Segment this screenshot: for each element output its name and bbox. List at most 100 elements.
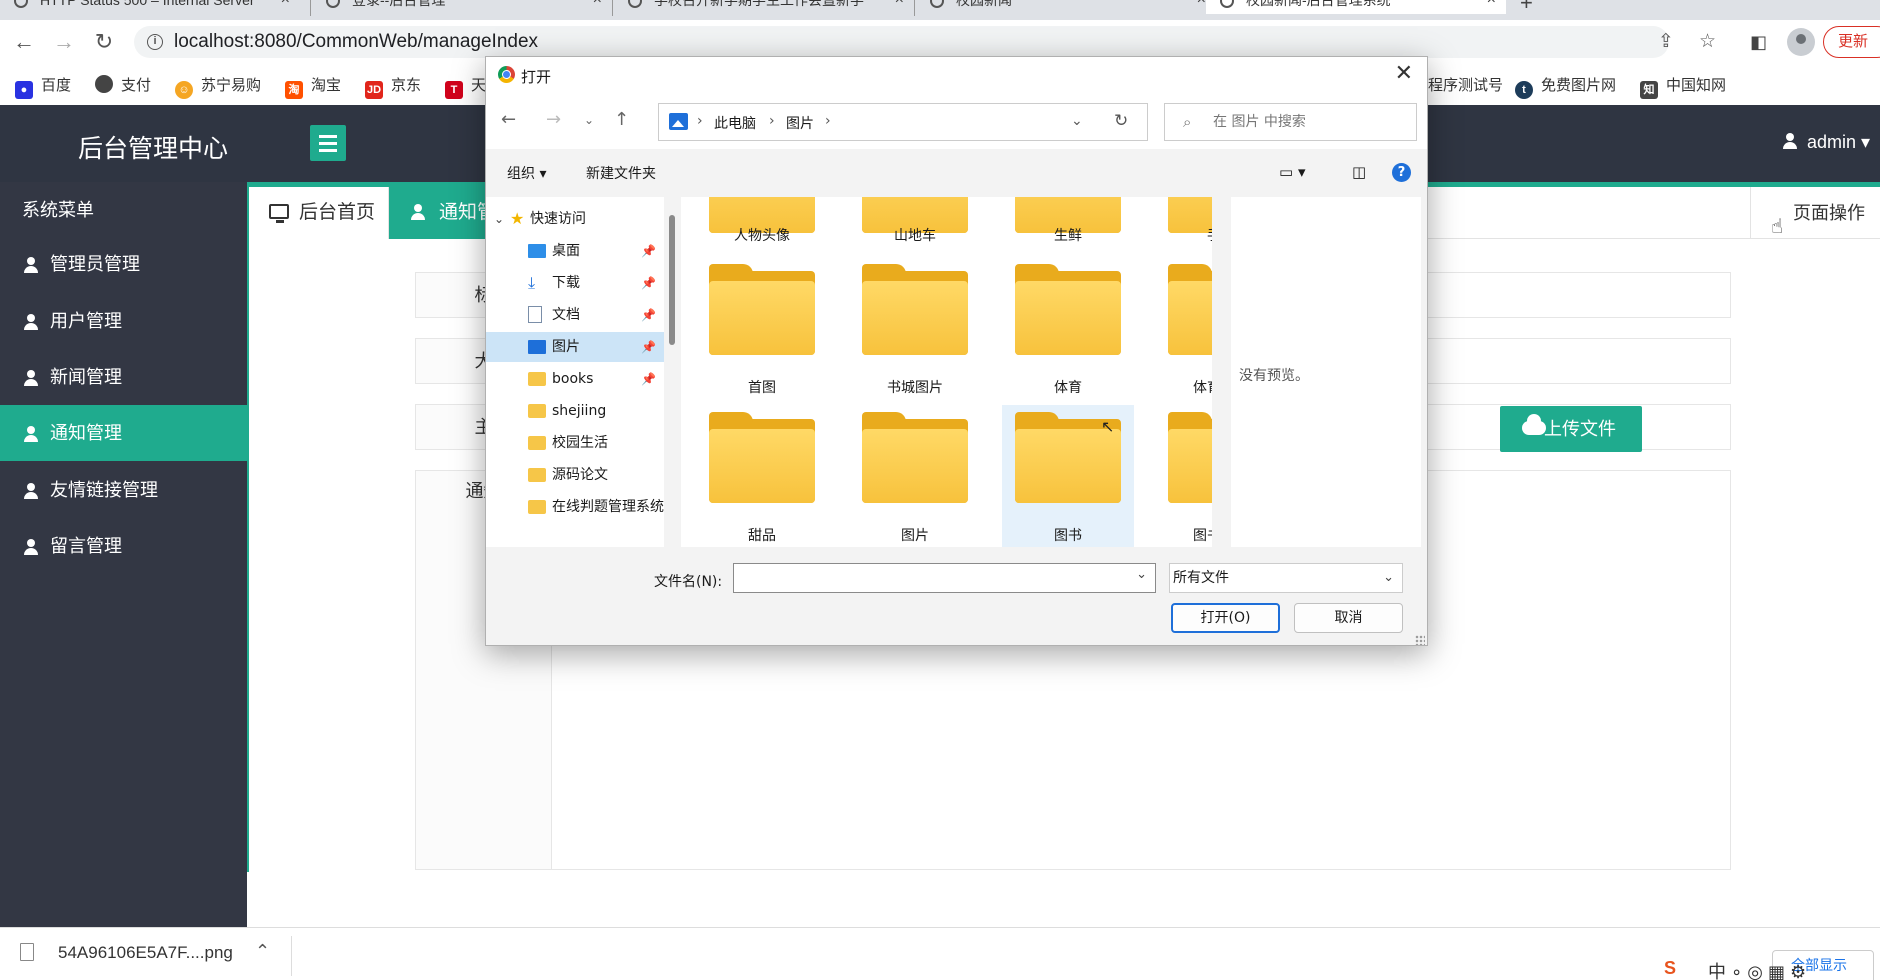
folder-name: 书城图片	[887, 380, 943, 396]
browser-tab-active[interactable]: 校园新闻-后台管理系统 ×	[1206, 0, 1506, 14]
folder-name[interactable]: 山地车	[849, 225, 981, 245]
globe-icon	[930, 0, 944, 8]
bookmark-cnki[interactable]: 知中国知网	[1640, 74, 1726, 99]
close-tab-icon[interactable]: ×	[593, 0, 602, 14]
reload-button[interactable]: ↻	[90, 28, 118, 56]
back-arrow-icon[interactable]: ←	[501, 109, 516, 130]
filename-input[interactable]: ⌄	[733, 563, 1156, 593]
tree-item-online-judge[interactable]: 在线判题管理系统	[486, 492, 664, 522]
sidebar-item-news[interactable]: 新闻管理	[0, 349, 247, 405]
folder-item[interactable]: 图书图片	[1155, 405, 1212, 547]
tree-scrollbar[interactable]	[669, 215, 675, 345]
ime-logo-icon[interactable]: S	[1664, 958, 1676, 979]
tree-item-documents[interactable]: 文档 📌	[486, 300, 664, 330]
preview-pane-icon[interactable]: ◫	[1352, 163, 1366, 181]
browser-tab[interactable]: 学校召开新学期学生工作会暨新学 ×	[614, 0, 914, 14]
folder-item[interactable]: 首图	[696, 257, 828, 405]
refresh-icon[interactable]: ↻	[1114, 111, 1128, 131]
cancel-button[interactable]: 取消	[1294, 603, 1403, 633]
breadcrumb-this-pc[interactable]: 此电脑	[714, 113, 756, 133]
open-button[interactable]: 打开(O)	[1171, 603, 1280, 633]
folder-item[interactable]: 甜品	[696, 405, 828, 547]
download-item[interactable]: 54A96106E5A7F....png	[20, 943, 233, 963]
resize-grip-icon[interactable]	[1415, 635, 1425, 645]
tree-item-source-papers[interactable]: 源码论文	[486, 460, 664, 490]
side-panel-icon[interactable]: ◧	[1750, 32, 1767, 53]
browser-tab[interactable]: 登录--后台管理 ×	[312, 0, 612, 14]
chevron-up-icon[interactable]: ⌃	[255, 941, 270, 962]
page-operations-button[interactable]: ☝ 页面操作	[1750, 187, 1880, 239]
site-info-icon[interactable]: i	[147, 34, 163, 50]
tree-item-shejiing[interactable]: shejiing	[486, 396, 664, 426]
bookmark-star-icon[interactable]: ☆	[1699, 30, 1716, 53]
new-tab-button[interactable]: +	[1520, 0, 1533, 16]
share-icon[interactable]: ⇪	[1658, 30, 1674, 53]
organize-button[interactable]: 组织 ▾	[507, 163, 546, 183]
bookmark-test[interactable]: 程序测试号	[1428, 74, 1503, 95]
bookmark-baidu[interactable]: ● 百度	[15, 74, 71, 99]
breadcrumb-pictures[interactable]: 图片	[786, 113, 814, 133]
dialog-search-input[interactable]: ⌕ 在 图片 中搜索	[1164, 103, 1417, 141]
sidebar-item-admin[interactable]: 管理员管理	[0, 236, 247, 292]
bookmark-free-images[interactable]: t 免费图片网	[1515, 74, 1616, 99]
bookmark-jd[interactable]: JD 京东	[365, 74, 421, 99]
close-tab-icon[interactable]: ×	[281, 0, 290, 14]
update-button[interactable]: 更新	[1823, 26, 1880, 58]
filetype-select[interactable]: 所有文件 ⌄	[1169, 563, 1403, 593]
user-icon	[24, 370, 38, 386]
user-icon	[24, 539, 38, 555]
folder-name[interactable]: 生鲜	[1002, 225, 1134, 245]
close-tab-icon[interactable]: ×	[895, 0, 904, 14]
omnibox[interactable]: i localhost:8080/CommonWeb/manageIndex ⇪…	[134, 26, 1716, 58]
chevron-down-icon[interactable]: ⌄	[1136, 567, 1147, 582]
tree-item-quick-access[interactable]: ⌄ ★ 快速访问	[486, 204, 664, 234]
folder-item[interactable]: 体育运动	[1155, 257, 1212, 405]
close-tab-icon[interactable]: ×	[1197, 0, 1206, 14]
tree-item-downloads[interactable]: ⤓ 下载 📌	[486, 268, 664, 298]
folder-name[interactable]: 人物头像	[696, 225, 828, 245]
help-icon[interactable]: ?	[1392, 163, 1411, 182]
view-options-icon[interactable]: ▭ ▾	[1279, 163, 1305, 181]
forward-arrow-icon[interactable]: →	[546, 109, 561, 130]
folder-item[interactable]: 书城图片	[849, 257, 981, 405]
chevron-down-icon[interactable]: ⌄	[1071, 113, 1083, 129]
recent-locations-chevron-icon[interactable]: ⌄	[584, 113, 594, 127]
tree-item-books[interactable]: books 📌	[486, 364, 664, 394]
ime-tray-icons[interactable]: 中 ∘ ◎ ▦ ⚙	[1708, 958, 1806, 980]
bookmark-pay[interactable]: 支付	[95, 74, 151, 95]
tree-item-desktop[interactable]: 桌面 📌	[486, 236, 664, 266]
breadcrumb[interactable]: › 此电脑 › 图片 › ⌄ ↻	[658, 103, 1148, 141]
sidebar-item-links[interactable]: 友情链接管理	[0, 462, 247, 518]
user-menu[interactable]: admin ▾	[1783, 132, 1870, 153]
folder-icon	[862, 264, 968, 355]
open-file-dialog: 打开 ✕ ← → ⌄ ↑ › 此电脑 › 图片 › ⌄ ↻ ⌕ 在 图片 中搜索…	[485, 56, 1428, 646]
up-arrow-icon[interactable]: ↑	[614, 109, 629, 130]
profile-avatar[interactable]	[1787, 28, 1815, 56]
folder-name: 图书图片	[1193, 528, 1212, 544]
bookmark-tmall[interactable]: T天	[445, 74, 486, 99]
tree-item-pictures[interactable]: 图片 📌	[486, 332, 664, 362]
sidebar-item-messages[interactable]: 留言管理	[0, 518, 247, 574]
close-tab-icon[interactable]: ×	[1487, 0, 1496, 14]
upload-file-button[interactable]: 上传文件	[1500, 406, 1642, 452]
browser-tab[interactable]: HTTP Status 500 – Internal Server ×	[0, 0, 300, 14]
bookmark-taobao[interactable]: 淘淘宝	[285, 74, 341, 99]
browser-tab[interactable]: 校园新闻 ×	[916, 0, 1216, 14]
bookmark-suning[interactable]: ☺ 苏宁易购	[175, 74, 261, 99]
chevron-down-icon[interactable]: ⌄	[494, 204, 504, 234]
sidebar-title: 系统菜单	[22, 200, 94, 220]
sidebar-item-notices[interactable]: 通知管理	[0, 405, 247, 461]
new-folder-button[interactable]: 新建文件夹	[586, 163, 656, 183]
sidebar-item-users[interactable]: 用户管理	[0, 293, 247, 349]
folder-name[interactable]: 手机	[1155, 225, 1212, 245]
globe-icon	[326, 0, 340, 8]
folder-item[interactable]: 体育	[1002, 257, 1134, 405]
folder-item[interactable]: 图片	[849, 405, 981, 547]
tab-home[interactable]: 后台首页	[249, 187, 389, 239]
preview-pane: 没有预览。	[1231, 197, 1421, 547]
tree-item-campus-life[interactable]: 校园生活	[486, 428, 664, 458]
close-icon[interactable]: ✕	[1395, 61, 1413, 86]
forward-button[interactable]: →	[50, 28, 78, 56]
back-button[interactable]: ←	[10, 28, 38, 56]
menu-toggle-button[interactable]	[310, 125, 346, 161]
